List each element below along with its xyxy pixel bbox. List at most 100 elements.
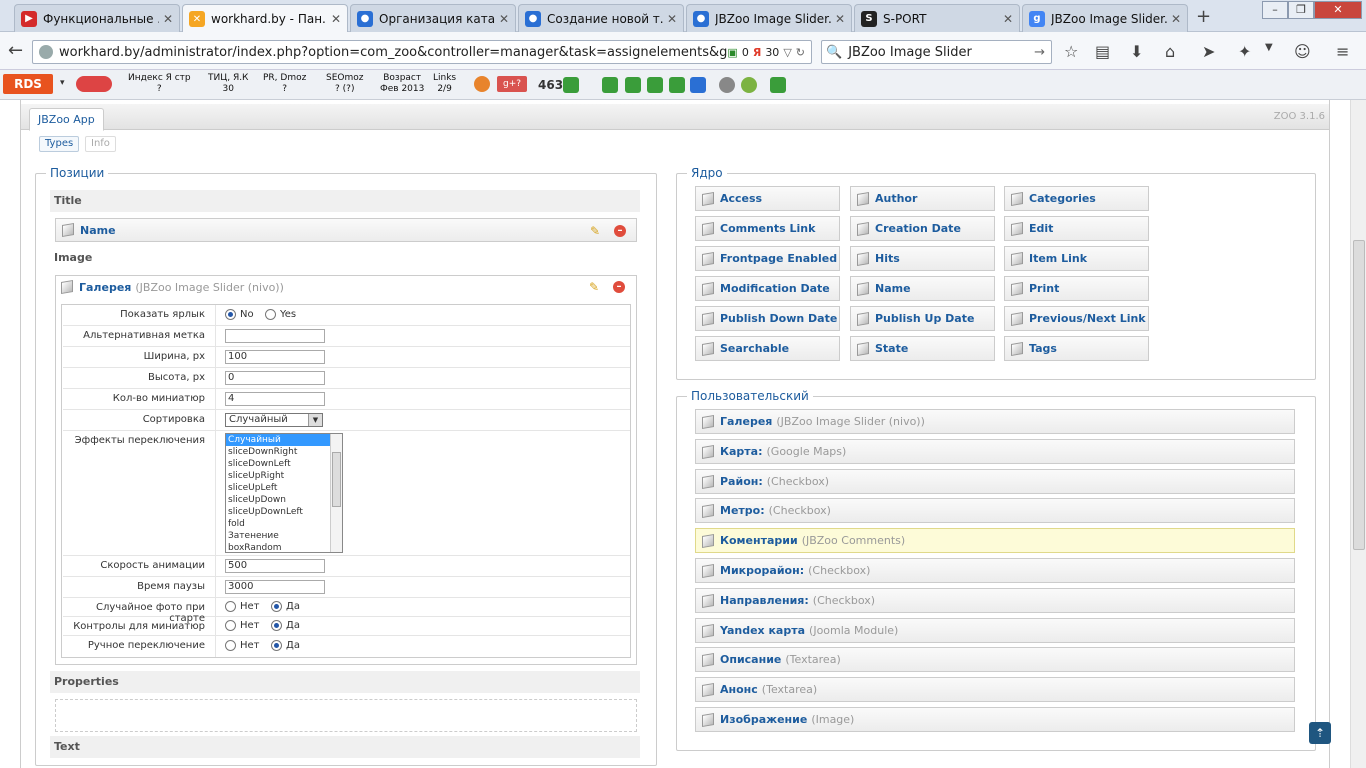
search-box[interactable]: 🔍 JBZoo Image Slider →	[821, 40, 1052, 64]
rds-logo[interactable]: RDS	[3, 74, 53, 94]
core-element-item[interactable]: Item Link	[1004, 246, 1149, 271]
effect-option[interactable]: sliceDownLeft	[226, 458, 342, 470]
core-element-item[interactable]: Comments Link	[695, 216, 840, 241]
pause-input[interactable]: 3000	[225, 580, 325, 594]
back-arrow-icon[interactable]: ←	[8, 40, 23, 61]
effect-option[interactable]: fold	[226, 518, 342, 530]
custom-element-item[interactable]: Район: (Checkbox)	[695, 469, 1295, 494]
delete-icon[interactable]: –	[613, 281, 625, 293]
rds-metric[interactable]: PR, Dmoz?	[263, 73, 306, 95]
rds-metric[interactable]: SEOmoz? (?)	[326, 73, 363, 95]
edit-pencil-icon[interactable]: ✎	[590, 224, 604, 238]
radio-yes[interactable]: Да	[271, 601, 300, 612]
width-input[interactable]: 100	[225, 350, 325, 364]
radio-no[interactable]: Нет	[225, 620, 260, 631]
core-element-item[interactable]: Tags	[1004, 336, 1149, 361]
custom-element-item[interactable]: Yandex карта (Joomla Module)	[695, 618, 1295, 643]
tab-close-icon[interactable]: ✕	[1003, 12, 1013, 26]
browser-tab[interactable]: ▶ Функциональные ... ✕	[14, 4, 180, 32]
radio-no[interactable]: No	[225, 309, 254, 320]
effects-listbox[interactable]: Случайный sliceDownRight sliceDownLeft slic…	[225, 433, 343, 553]
anim-speed-input[interactable]: 500	[225, 559, 325, 573]
tab-close-icon[interactable]: ✕	[499, 12, 509, 26]
tab-close-icon[interactable]: ✕	[1171, 12, 1181, 26]
core-element-item[interactable]: Categories	[1004, 186, 1149, 211]
maximize-button[interactable]: ❐	[1288, 1, 1314, 19]
home-icon[interactable]: ⌂	[1165, 42, 1175, 61]
yandex-icon[interactable]: Я	[753, 46, 761, 59]
reload-icon[interactable]: ↻	[796, 46, 805, 59]
rds-record-icon[interactable]	[76, 76, 112, 92]
tab-close-icon[interactable]: ✕	[835, 12, 845, 26]
rds-metric[interactable]: ТИЦ, Я.К 30	[208, 73, 248, 95]
tab-close-icon[interactable]: ✕	[331, 12, 341, 26]
address-bar[interactable]: workhard.by/administrator/index.php?opti…	[32, 40, 812, 64]
code-icon[interactable]	[669, 77, 685, 93]
custom-element-item[interactable]: Метро: (Checkbox)	[695, 498, 1295, 523]
effect-option[interactable]: sliceUpLeft	[226, 482, 342, 494]
download-icon[interactable]: ⬇	[1130, 42, 1143, 61]
effect-option[interactable]: boxRandom	[226, 542, 342, 552]
puzzle-icon[interactable]	[770, 77, 786, 93]
leaf-icon[interactable]	[625, 77, 641, 93]
chart-icon[interactable]	[563, 77, 579, 93]
tab-info[interactable]: Info	[85, 136, 116, 152]
browser-tab[interactable]: ✕ workhard.by - Пан... ✕	[182, 4, 348, 33]
smiley-icon[interactable]: ☺	[1294, 42, 1311, 61]
radio-yes[interactable]: Да	[271, 620, 300, 631]
extension-icon[interactable]: ✦	[1238, 42, 1251, 61]
custom-element-item[interactable]: Коментарии (JBZoo Comments)	[695, 528, 1295, 553]
effect-option[interactable]: sliceUpRight	[226, 470, 342, 482]
properties-drop-zone[interactable]	[55, 699, 637, 732]
scroll-thumb[interactable]	[1353, 240, 1365, 550]
tab-jbzoo-app[interactable]: JBZoo App	[29, 108, 104, 131]
radio-no[interactable]: Нет	[225, 601, 260, 612]
bookmark-star-icon[interactable]: ☆	[1064, 42, 1078, 61]
core-element-item[interactable]: Hits	[850, 246, 995, 271]
custom-element-item[interactable]: Изображение (Image)	[695, 707, 1295, 732]
core-element-item[interactable]: Author	[850, 186, 995, 211]
tab-close-icon[interactable]: ✕	[163, 12, 173, 26]
effect-option[interactable]: sliceDownRight	[226, 446, 342, 458]
browser-tab[interactable]: ● JBZoo Image Slider... ✕	[686, 4, 852, 32]
core-element-item[interactable]: Print	[1004, 276, 1149, 301]
close-window-button[interactable]: ✕	[1314, 1, 1362, 19]
image-element-gallery[interactable]: Галерея (JBZoo Image Slider (nivo)) ✎ –	[55, 275, 637, 299]
core-element-item[interactable]: Publish Up Date	[850, 306, 995, 331]
effect-option[interactable]: sliceUpDownLeft	[226, 506, 342, 518]
rds-dropdown-icon[interactable]: ▾	[60, 78, 65, 88]
google-plus-icon[interactable]: g+?	[497, 76, 527, 92]
custom-element-item[interactable]: Описание (Textarea)	[695, 647, 1295, 672]
radio-yes[interactable]: Да	[271, 640, 300, 651]
core-element-item[interactable]: Creation Date	[850, 216, 995, 241]
core-element-item[interactable]: State	[850, 336, 995, 361]
effect-option[interactable]: Случайный	[226, 434, 342, 446]
rds-metric[interactable]: Индекс Я стр?	[128, 73, 191, 95]
core-element-item[interactable]: Access	[695, 186, 840, 211]
browser-tab[interactable]: ● Организация ката... ✕	[350, 4, 516, 32]
height-input[interactable]: 0	[225, 371, 325, 385]
browser-tab[interactable]: g JBZoo Image Slider... ✕	[1022, 4, 1188, 32]
core-element-item[interactable]: Frontpage Enabled	[695, 246, 840, 271]
dropdown-icon[interactable]: ▽	[783, 46, 791, 59]
browser-tab[interactable]: S S-PORT ✕	[854, 4, 1020, 32]
info-icon[interactable]	[474, 76, 490, 92]
core-element-item[interactable]: Modification Date	[695, 276, 840, 301]
search-input[interactable]: JBZoo Image Slider	[842, 45, 1034, 60]
core-element-item[interactable]: Edit	[1004, 216, 1149, 241]
listbox-scrollbar[interactable]	[330, 434, 342, 552]
yandex-bar-icon[interactable]: ▣	[727, 46, 737, 59]
settings-gear-icon[interactable]	[719, 77, 735, 93]
rds-metric[interactable]: Links 2/9	[433, 73, 456, 95]
minimize-button[interactable]: –	[1262, 1, 1288, 19]
sitemap-icon[interactable]	[602, 77, 618, 93]
delete-icon[interactable]: –	[614, 225, 626, 237]
custom-element-item[interactable]: Галерея (JBZoo Image Slider (nivo))	[695, 409, 1295, 434]
back-to-top-button[interactable]: ⇡	[1309, 722, 1331, 744]
edit-pencil-icon[interactable]: ✎	[589, 280, 603, 294]
core-element-item[interactable]: Previous/Next Link	[1004, 306, 1149, 331]
new-tab-button[interactable]: +	[1196, 6, 1211, 27]
recycle-icon[interactable]	[741, 77, 757, 93]
core-element-item[interactable]: Publish Down Date	[695, 306, 840, 331]
thumbs-input[interactable]: 4	[225, 392, 325, 406]
